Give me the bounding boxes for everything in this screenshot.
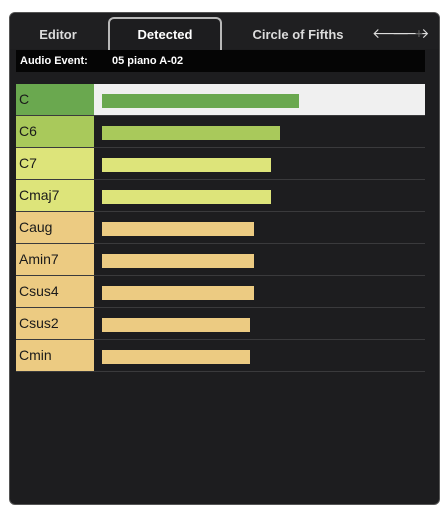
- chord-row[interactable]: C7: [16, 148, 425, 180]
- chord-row[interactable]: Csus4: [16, 276, 425, 308]
- match-score-bar: [102, 158, 271, 172]
- tab-bar: Editor Detected Circle of Fifths 🡐 🡒 +: [10, 13, 439, 51]
- arrow-left-icon[interactable]: 🡐: [372, 23, 410, 45]
- match-score-bar: [102, 190, 271, 204]
- match-score-bar: [102, 222, 254, 236]
- match-score-bar: [102, 254, 254, 268]
- audio-event-header: Audio Event: 05 piano A-02: [16, 50, 425, 72]
- tab-editor[interactable]: Editor: [10, 23, 106, 49]
- match-score-bar: [102, 318, 250, 332]
- match-score-bar: [102, 126, 280, 140]
- chord-name: C7: [16, 148, 94, 179]
- chord-row[interactable]: Cmin: [16, 340, 425, 372]
- chord-name: Cmin: [16, 340, 94, 371]
- chord-row[interactable]: Amin7: [16, 244, 425, 276]
- chord-name: Amin7: [16, 244, 94, 275]
- chord-row[interactable]: C: [16, 84, 425, 116]
- chord-name: C: [16, 84, 94, 115]
- tab-circle-of-fifths[interactable]: Circle of Fifths: [224, 23, 372, 49]
- match-score-bar: [102, 350, 250, 364]
- chord-row[interactable]: C6: [16, 116, 425, 148]
- match-score-bar: [102, 286, 254, 300]
- plus-icon[interactable]: +: [411, 23, 427, 45]
- chord-name: Cmaj7: [16, 180, 94, 211]
- chord-row[interactable]: Caug: [16, 212, 425, 244]
- audio-event-label: Audio Event:: [20, 55, 88, 67]
- chord-name: Caug: [16, 212, 94, 243]
- arrow-right-icon[interactable]: 🡒: [392, 23, 430, 45]
- chord-row[interactable]: Cmaj7: [16, 180, 425, 212]
- audio-event-name: 05 piano A-02: [112, 55, 184, 67]
- tab-detected[interactable]: Detected: [108, 17, 222, 51]
- chord-row[interactable]: Csus2: [16, 308, 425, 340]
- chord-name: Csus2: [16, 308, 94, 339]
- chord-name: C6: [16, 116, 94, 147]
- match-score-bar: [102, 94, 299, 108]
- chord-name: Csus4: [16, 276, 94, 307]
